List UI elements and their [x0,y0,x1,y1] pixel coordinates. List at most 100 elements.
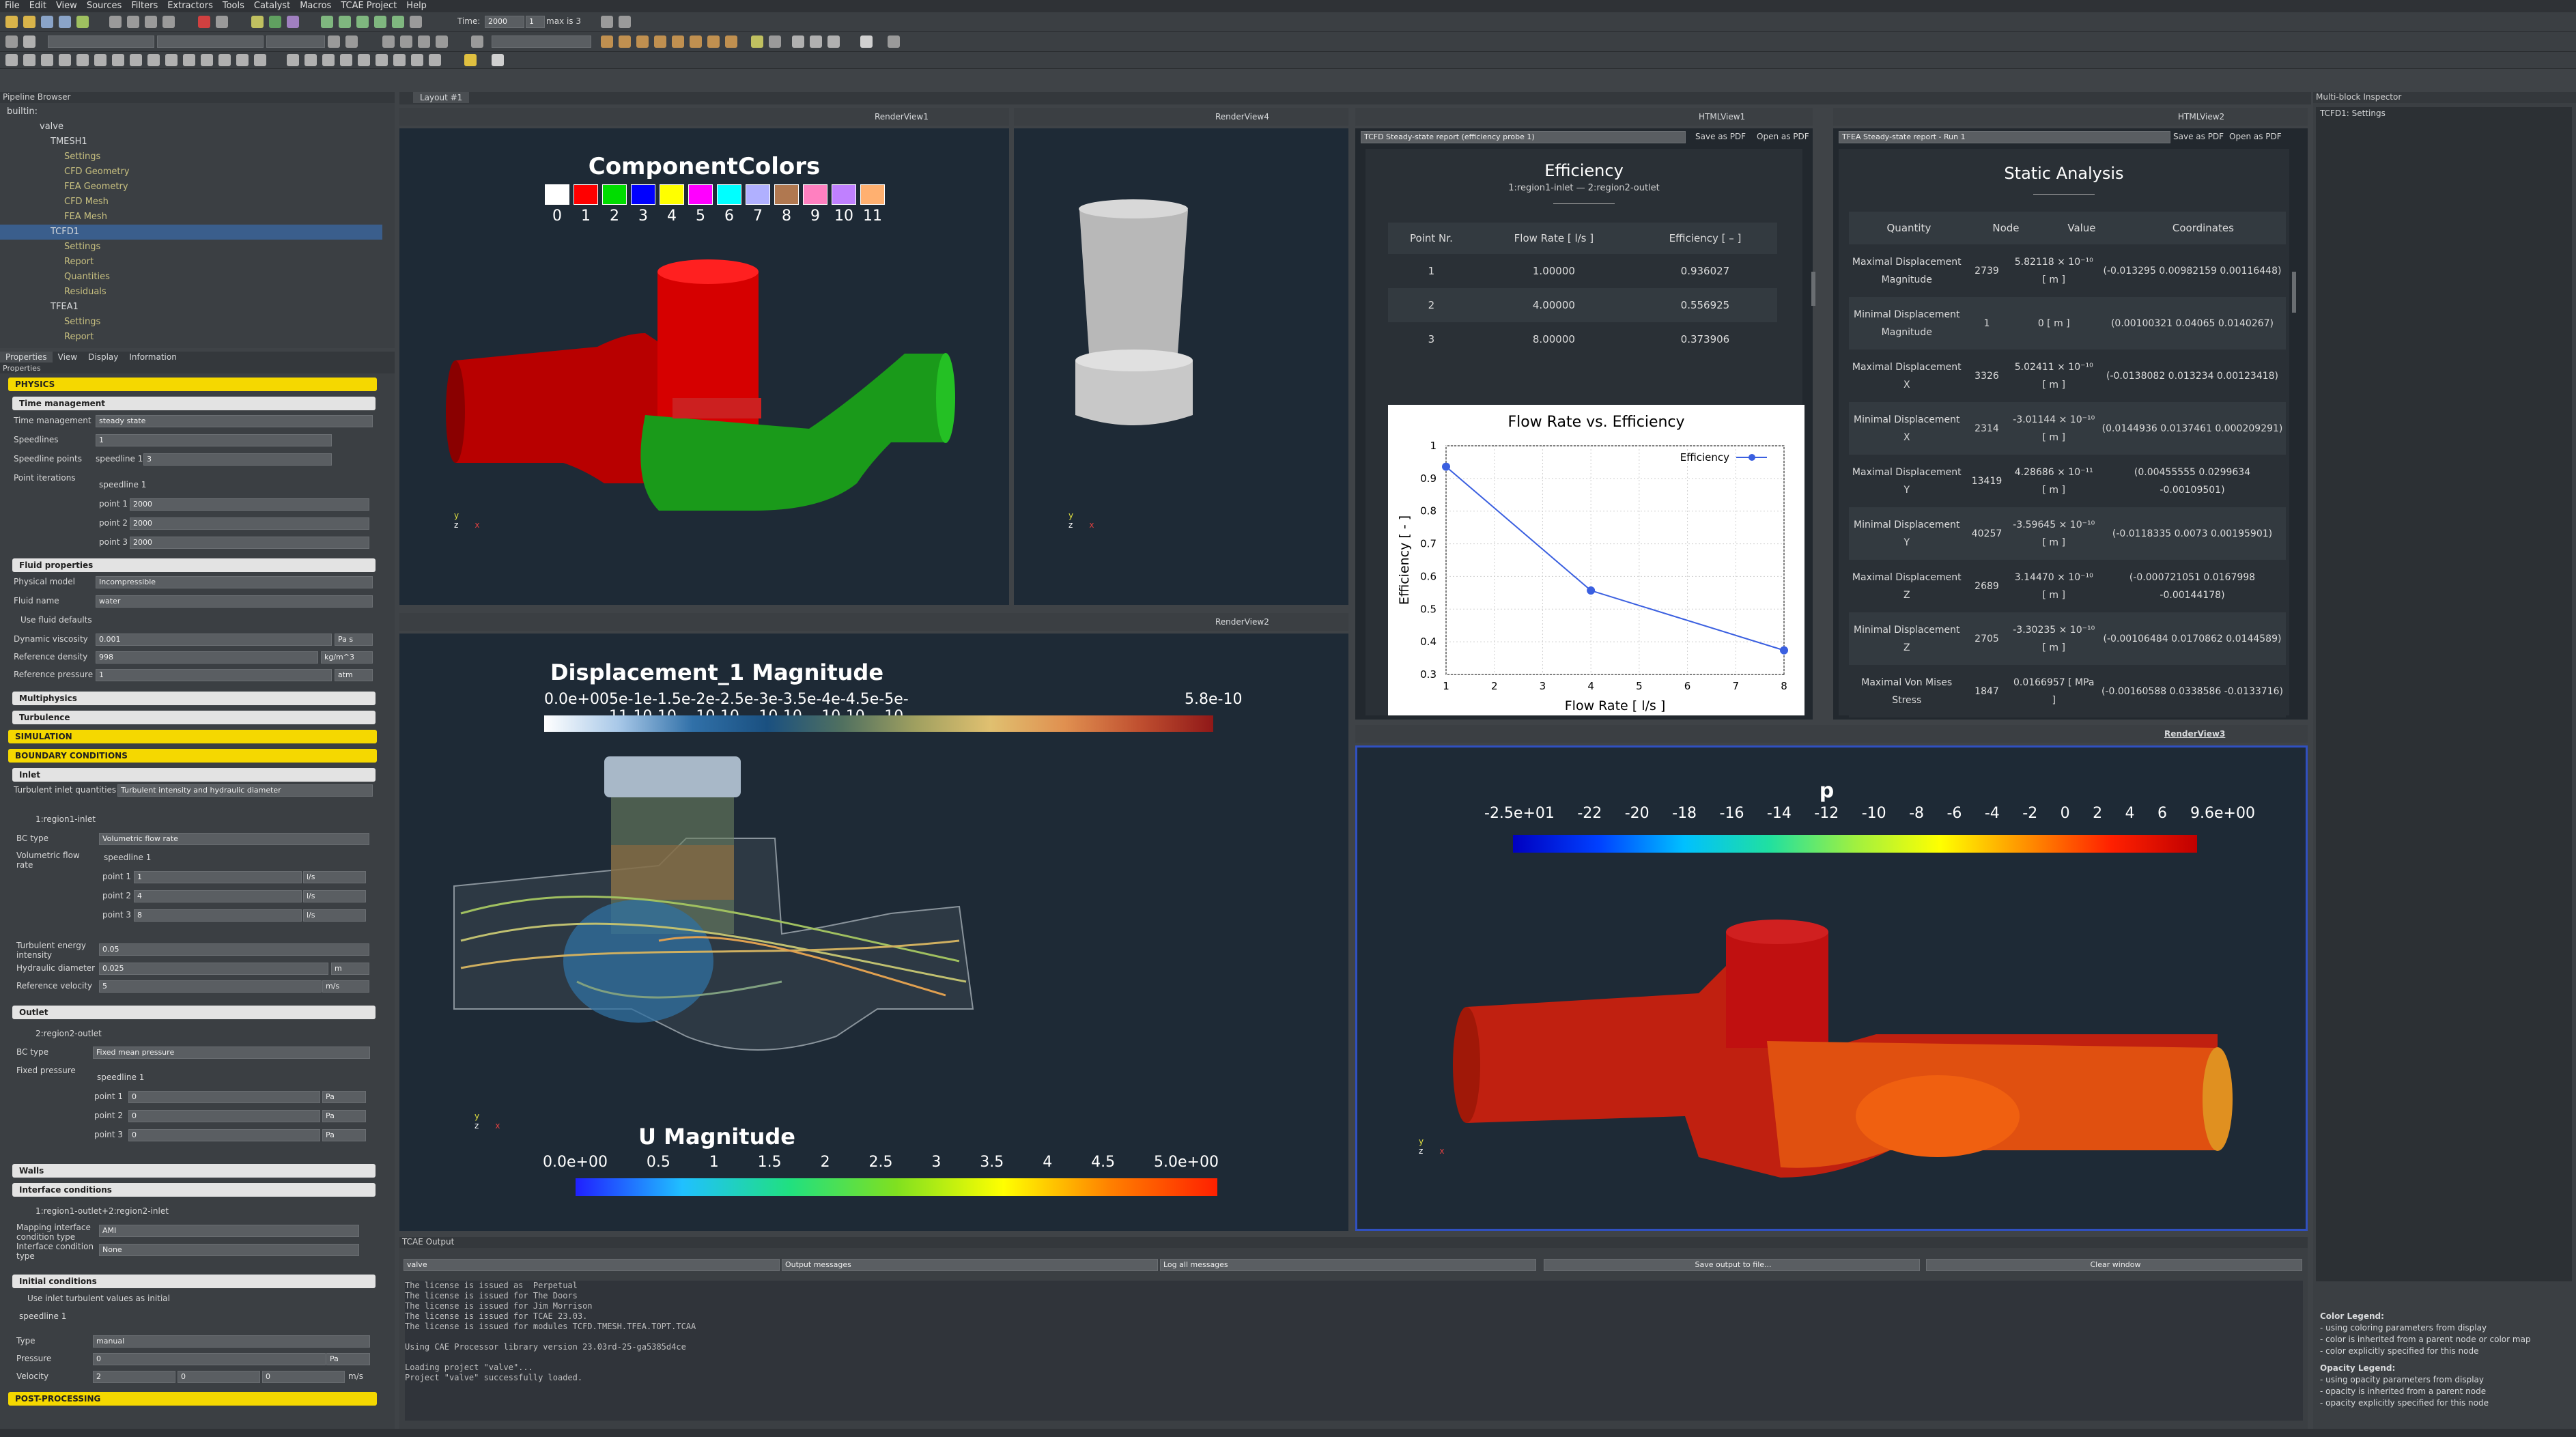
view-y-icon[interactable] [418,35,430,48]
edit-colormap-icon[interactable] [23,35,36,48]
flow-point1-unit[interactable]: l/s [303,871,366,883]
section-initial-conditions[interactable]: Initial conditions [12,1275,376,1288]
p-point3-input[interactable]: 0 [128,1129,320,1141]
filter-19-icon[interactable] [340,54,352,66]
filter-14-icon[interactable] [236,54,249,66]
speedlines-input[interactable]: 1 [96,434,332,446]
tree-item-tfea-settings[interactable]: Settings [0,315,382,330]
filter-10-icon[interactable] [165,54,178,66]
tree-item-tmesh1[interactable]: TMESH1 [0,134,382,150]
flow-point1-input[interactable]: 1 [134,871,302,883]
section-fluid-properties[interactable]: Fluid properties [12,558,376,572]
menu-file[interactable]: File [0,0,25,12]
output-source-select[interactable]: valve [404,1259,780,1271]
initial-velocity-z[interactable]: 0 [262,1371,345,1383]
loop-icon[interactable] [410,16,422,28]
interface-type-select[interactable]: None [99,1244,359,1256]
renderview4[interactable]: yzx [1014,128,1348,605]
static-save-pdf-button[interactable]: Save as PDF [2173,132,2224,141]
section-time-management[interactable]: Time management [12,397,376,410]
htmlview1-scrollbar[interactable] [1811,272,1815,306]
filter-24-icon[interactable] [429,54,441,66]
view-z-icon[interactable] [436,35,448,48]
filter-1-icon[interactable] [5,54,18,66]
inlet-bc-type-select[interactable]: Volumetric flow rate [99,833,369,845]
initial-velocity-y[interactable]: 0 [178,1371,260,1383]
renderview1[interactable]: ComponentColors 0 1 2 3 4 5 6 7 8 9 10 11 yzx [399,128,1009,605]
zoom-closest-icon[interactable] [619,16,631,28]
section-simulation[interactable]: SIMULATION [8,730,377,743]
reference-pressure-unit[interactable]: atm [335,669,373,681]
filter-21-icon[interactable] [376,54,388,66]
tree-item-tcfd1[interactable]: TCFD1 [0,225,382,240]
first-frame-icon[interactable] [321,16,333,28]
iter-point2-input[interactable]: 2000 [130,517,369,530]
section-physics[interactable]: PHYSICS [8,378,377,391]
filter-23-icon[interactable] [411,54,423,66]
rescale-icon[interactable] [328,35,340,48]
filter-2-icon[interactable] [23,54,36,66]
tree-item-tmesh-settings[interactable]: Settings [0,150,382,165]
camera-select[interactable] [492,35,591,48]
p-point2-input[interactable]: 0 [128,1110,320,1122]
inspector-item[interactable]: TCFD1: Settings [2316,107,2572,119]
static-report-select[interactable]: TFEA Steady-state report - Run 1 [1839,131,2170,143]
filter-6-icon[interactable] [94,54,107,66]
time-management-select[interactable]: steady state [96,415,373,427]
clear-window-button[interactable]: Clear window [1926,1259,2302,1271]
stop-icon[interactable] [198,16,210,28]
tcfd-icon[interactable] [792,35,804,48]
p-point1-unit[interactable]: Pa [322,1091,366,1103]
menu-filters[interactable]: Filters [126,0,162,12]
tree-item-cfd-mesh[interactable]: CFD Mesh [0,195,382,210]
tree-item-tcfd-settings[interactable]: Settings [0,240,382,255]
renderview2[interactable]: Displacement_1 Magnitude 0.0e+005e-111e-… [399,634,1348,1231]
filter-8-icon[interactable] [130,54,142,66]
tab-view[interactable]: View [53,352,83,362]
turbulent-energy-input[interactable]: 0.05 [99,943,369,956]
reference-velocity-input[interactable]: 5 [99,980,322,993]
zoom-data-icon[interactable] [601,16,613,28]
filter-13-icon[interactable] [218,54,231,66]
contour-icon[interactable] [619,35,631,48]
iter-point1-input[interactable]: 2000 [130,498,369,511]
dynamic-viscosity-unit[interactable]: Pa s [335,634,373,646]
document-icon[interactable] [860,35,873,48]
output-kind-select[interactable]: Output messages [782,1259,1158,1271]
initial-pressure-input[interactable]: 0 [93,1353,326,1365]
filter-12-icon[interactable] [201,54,213,66]
menu-catalyst[interactable]: Catalyst [249,0,295,12]
note-icon[interactable] [492,54,504,66]
rescale-custom-icon[interactable] [345,35,358,48]
refresh-icon[interactable] [216,16,228,28]
p-point1-input[interactable]: 0 [128,1091,320,1103]
filter-15-icon[interactable] [254,54,266,66]
filter-5-icon[interactable] [76,54,89,66]
tree-item-tcfd-report[interactable]: Report [0,255,382,270]
pencil-icon[interactable] [464,54,477,66]
physical-model-select[interactable]: Incompressible [96,576,373,588]
stream-tracer-icon[interactable] [725,35,737,48]
efficiency-save-pdf-button[interactable]: Save as PDF [1695,132,1746,141]
flow-point3-input[interactable]: 8 [134,909,302,922]
save-output-button[interactable]: Save output to file... [1544,1259,1920,1271]
tree-item-fea-geometry[interactable]: FEA Geometry [0,180,382,195]
representation-select[interactable] [157,35,264,48]
dynamic-viscosity-input[interactable]: 0.001 [96,634,332,646]
renderview3[interactable]: p -2.5e+01 -22 -20 -18 -16 -14 -12 -10 -8 -6 -4 -2 0… [1355,745,2308,1231]
undo-icon[interactable] [109,16,122,28]
section-interface-conditions[interactable]: Interface conditions [12,1183,376,1197]
efficiency-open-pdf-button[interactable]: Open as PDF [1757,132,1809,141]
filter-22-icon[interactable] [393,54,406,66]
connect-icon[interactable] [76,16,89,28]
tree-item-fea-mesh[interactable]: FEA Mesh [0,210,382,225]
slice-icon[interactable] [654,35,666,48]
menu-sources[interactable]: Sources [82,0,126,12]
static-open-pdf-button[interactable]: Open as PDF [2229,132,2282,141]
download-icon[interactable] [59,16,71,28]
menu-extractors[interactable]: Extractors [162,0,218,12]
next-frame-icon[interactable] [374,16,386,28]
time-input[interactable]: 2000 [485,16,524,28]
tab-properties[interactable]: Properties [0,352,53,362]
last-frame-icon[interactable] [392,16,404,28]
